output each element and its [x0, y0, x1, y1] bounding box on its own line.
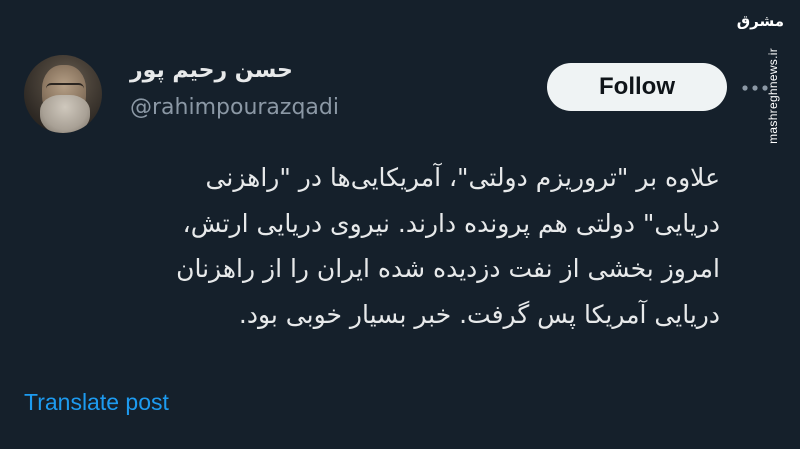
author-display-name[interactable]: حسن رحیم پور	[130, 58, 293, 83]
watermark-logo: مشرق	[736, 12, 784, 30]
avatar-glasses	[46, 83, 84, 94]
tweet-text: علاوه بر "تروریزم دولتی"، آمریکایی‌ها در…	[20, 155, 720, 337]
tweet-text-line: دریایی" دولتی هم پرونده دارند. نیروی دری…	[182, 208, 720, 238]
follow-button[interactable]: Follow	[547, 63, 727, 111]
watermark: مشرق mashreghnews.ir	[737, 8, 794, 144]
avatar-beard	[40, 95, 90, 133]
tweet-text-line: علاوه بر "تروریزم دولتی"، آمریکایی‌ها در…	[205, 163, 720, 192]
watermark-url: mashreghnews.ir	[766, 48, 780, 144]
translate-post-link[interactable]: Translate post	[24, 389, 169, 416]
tweet-text-line: امروز بخشی از نفت دزدیده شده ایران را از…	[176, 254, 720, 283]
tweet-text-line: دریایی آمریکا پس گرفت. خبر بسیار خوبی بو…	[238, 299, 720, 329]
author-handle[interactable]: @rahimpourazqadi	[130, 95, 339, 120]
avatar[interactable]	[24, 55, 102, 133]
